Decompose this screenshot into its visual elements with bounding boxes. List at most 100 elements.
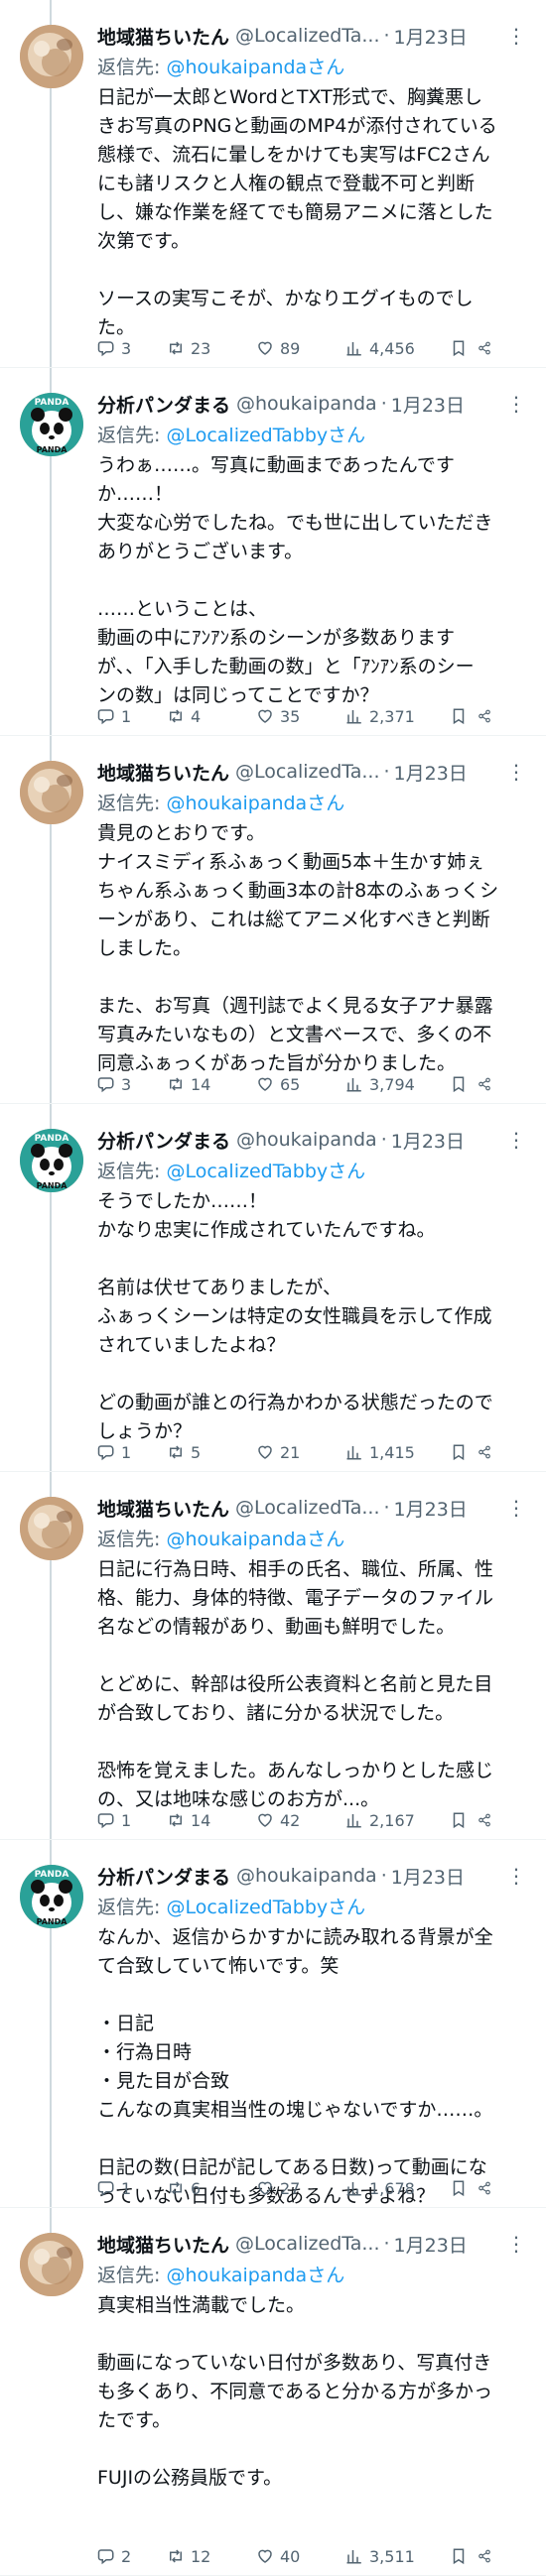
bookmark-button[interactable] (450, 1443, 478, 1461)
views-button[interactable]: 2,371 (345, 707, 450, 726)
retweet-button[interactable]: 14 (167, 1811, 256, 1830)
user-handle[interactable]: @LocalizedTa... (235, 1497, 379, 1519)
share-button[interactable] (478, 2179, 497, 2197)
avatar[interactable] (20, 25, 83, 88)
reply-to-link[interactable]: @houkaipandaさん (166, 1529, 344, 1550)
views-button[interactable]: 2,167 (345, 1811, 450, 1830)
avatar[interactable] (20, 761, 83, 824)
retweet-button[interactable]: 5 (167, 1443, 256, 1462)
tweet-2[interactable]: PANDA PANDA 分析パンダまる @houkaipanda · 1月23日 … (0, 368, 546, 736)
tweet-actions: 3 14 65 3,794 (97, 1073, 526, 1095)
display-name[interactable]: 分析パンダまる (97, 391, 230, 418)
reply-to-link[interactable]: @LocalizedTabbyさん (166, 1897, 365, 1918)
share-button[interactable] (478, 1075, 497, 1093)
user-handle[interactable]: @LocalizedTa... (235, 25, 379, 47)
tweet-3[interactable]: 地域猫ちいたん @LocalizedTa... · 1月23日 ⋮ 返信先: @… (0, 736, 546, 1104)
views-icon (346, 2182, 361, 2196)
tweet-5[interactable]: 地域猫ちいたん @LocalizedTa... · 1月23日 ⋮ 返信先: @… (0, 1472, 546, 1840)
display-name[interactable]: 地域猫ちいたん (97, 2231, 229, 2258)
reply-to-link[interactable]: @houkaipandaさん (166, 2265, 344, 2286)
reply-to-link[interactable]: @houkaipandaさん (166, 793, 344, 814)
tweet-date[interactable]: 1月23日 (394, 759, 468, 786)
bookmark-button[interactable] (450, 1811, 478, 1829)
retweet-button[interactable]: 4 (167, 707, 256, 726)
like-button[interactable]: 89 (256, 339, 345, 358)
reply-context: 返信先: @houkaipandaさん (97, 2260, 526, 2291)
like-button[interactable]: 35 (256, 707, 345, 726)
reply-button[interactable]: 1 (97, 707, 167, 726)
bookmark-button[interactable] (450, 1075, 478, 1093)
more-icon[interactable]: ⋮ (498, 2232, 526, 2256)
reply-to-link[interactable]: @LocalizedTabbyさん (166, 1161, 365, 1182)
reply-to-link[interactable]: @LocalizedTabbyさん (166, 425, 365, 446)
more-icon[interactable]: ⋮ (498, 1864, 526, 1888)
user-handle[interactable]: @houkaipanda (236, 1865, 377, 1887)
views-button[interactable]: 3,794 (345, 1075, 450, 1094)
user-handle[interactable]: @LocalizedTa... (235, 2233, 379, 2255)
share-button[interactable] (478, 339, 497, 357)
retweet-button[interactable]: 23 (167, 339, 256, 358)
user-handle[interactable]: @houkaipanda (236, 393, 377, 415)
tweet-7[interactable]: 地域猫ちいたん @LocalizedTa... · 1月23日 ⋮ 返信先: @… (0, 2208, 546, 2576)
bookmark-button[interactable] (450, 2179, 478, 2197)
tweet-date[interactable]: 1月23日 (391, 1863, 465, 1890)
reply-button[interactable]: 1 (97, 1443, 167, 1462)
share-button[interactable] (478, 1811, 497, 1829)
reply-button[interactable]: 2 (97, 2547, 167, 2566)
avatar[interactable]: PANDA PANDA (20, 1129, 83, 1192)
display-name[interactable]: 地域猫ちいたん (97, 759, 229, 786)
more-icon[interactable]: ⋮ (498, 1496, 526, 1520)
share-button[interactable] (478, 1443, 497, 1461)
like-button[interactable]: 27 (256, 2179, 345, 2198)
more-icon[interactable]: ⋮ (498, 24, 526, 48)
display-name[interactable]: 分析パンダまる (97, 1127, 230, 1154)
retweet-button[interactable]: 12 (167, 2547, 256, 2566)
avatar[interactable]: PANDA PANDA (20, 393, 83, 456)
tweet-6[interactable]: PANDA PANDA 分析パンダまる @houkaipanda · 1月23日 … (0, 1840, 546, 2208)
more-icon[interactable]: ⋮ (498, 392, 526, 416)
tweet-date[interactable]: 1月23日 (394, 2231, 468, 2258)
share-button[interactable] (478, 2547, 497, 2565)
share-button[interactable] (478, 707, 497, 725)
tweet-content: 分析パンダまる @houkaipanda · 1月23日 ⋮ 返信先: @Loc… (97, 388, 526, 710)
views-button[interactable]: 4,456 (345, 339, 450, 358)
share-icon (478, 1077, 490, 1091)
user-handle[interactable]: @houkaipanda (236, 1129, 377, 1151)
reply-button[interactable]: 1 (97, 2179, 167, 2198)
like-button[interactable]: 21 (256, 1443, 345, 1462)
bookmark-button[interactable] (450, 707, 478, 725)
tweet-date[interactable]: 1月23日 (394, 1495, 468, 1522)
reply-count: 1 (121, 1810, 132, 1830)
avatar[interactable] (20, 1497, 83, 1560)
separator-dot: · (380, 1865, 387, 1887)
bookmark-button[interactable] (450, 2547, 478, 2565)
reply-to-link[interactable]: @houkaipandaさん (166, 57, 344, 78)
reply-button[interactable]: 3 (97, 339, 167, 358)
views-count: 2,167 (369, 1810, 415, 1830)
tweet-date[interactable]: 1月23日 (391, 391, 465, 418)
reply-button[interactable]: 3 (97, 1075, 167, 1094)
avatar[interactable] (20, 2233, 83, 2296)
tweet-1[interactable]: 地域猫ちいたん @LocalizedTa... · 1月23日 ⋮ 返信先: @… (0, 0, 546, 368)
tweet-date[interactable]: 1月23日 (394, 23, 468, 50)
more-icon[interactable]: ⋮ (498, 760, 526, 784)
retweet-button[interactable]: 6 (167, 2179, 256, 2198)
display-name[interactable]: 分析パンダまる (97, 1863, 230, 1890)
user-handle[interactable]: @LocalizedTa... (235, 761, 379, 783)
views-button[interactable]: 3,511 (345, 2547, 450, 2566)
tweet-4[interactable]: PANDA PANDA 分析パンダまる @houkaipanda · 1月23日 … (0, 1104, 546, 1472)
retweet-button[interactable]: 14 (167, 1075, 256, 1094)
separator-dot: · (383, 2233, 390, 2255)
display-name[interactable]: 地域猫ちいたん (97, 23, 229, 50)
more-icon[interactable]: ⋮ (498, 1128, 526, 1152)
bookmark-button[interactable] (450, 339, 478, 357)
reply-button[interactable]: 1 (97, 1811, 167, 1830)
avatar[interactable]: PANDA PANDA (20, 1865, 83, 1928)
display-name[interactable]: 地域猫ちいたん (97, 1495, 229, 1522)
like-button[interactable]: 40 (256, 2547, 345, 2566)
views-button[interactable]: 1,678 (345, 2179, 450, 2198)
like-button[interactable]: 65 (256, 1075, 345, 1094)
views-button[interactable]: 1,415 (345, 1443, 450, 1462)
like-button[interactable]: 42 (256, 1811, 345, 1830)
tweet-date[interactable]: 1月23日 (391, 1127, 465, 1154)
